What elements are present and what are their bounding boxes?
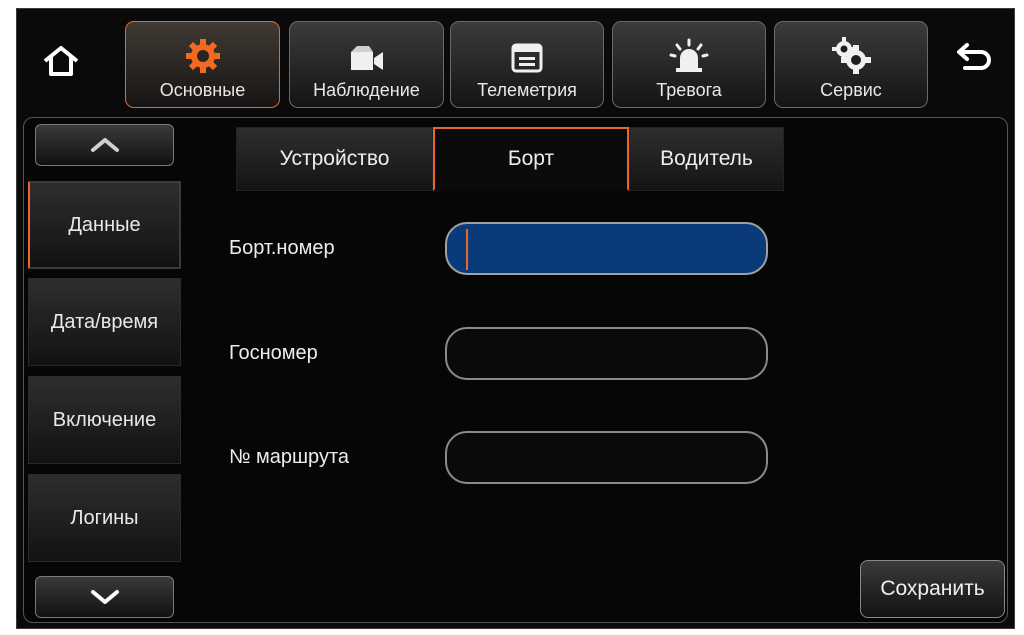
chevron-up-icon xyxy=(90,138,119,152)
route-number-label: № маршрута xyxy=(229,446,350,468)
save-button[interactable]: Сохранить xyxy=(860,560,1005,618)
sidebar-item-label: Дата/время xyxy=(50,310,159,333)
tab-surveillance[interactable]: Наблюдение xyxy=(289,21,444,108)
sidebar-item-logins[interactable]: Логины xyxy=(28,474,181,562)
license-plate-input[interactable] xyxy=(445,327,768,380)
chevron-down-icon xyxy=(90,590,119,604)
sidebar-item-datetime[interactable]: Дата/время xyxy=(28,278,181,366)
tab-surveillance-label: Наблюдение xyxy=(313,80,420,100)
window-icon xyxy=(510,36,544,74)
vehicle-number-label: Борт.номер xyxy=(229,237,335,259)
tab-service-label: Сервис xyxy=(820,80,882,100)
alarm-beacon-icon xyxy=(669,36,709,74)
sidebar-item-label: Данные xyxy=(68,213,141,236)
text-caret xyxy=(466,229,468,270)
save-button-label: Сохранить xyxy=(880,577,985,600)
camera-icon xyxy=(347,36,387,74)
scroll-up-button[interactable] xyxy=(35,124,174,166)
tab-driver[interactable]: Водитель xyxy=(629,127,784,191)
back-arrow-icon xyxy=(957,43,991,70)
tab-service[interactable]: Сервис xyxy=(774,21,928,108)
route-number-input[interactable] xyxy=(445,431,768,484)
tab-driver-label: Водитель xyxy=(660,147,753,170)
sidebar-item-data[interactable]: Данные xyxy=(28,181,181,269)
tab-device[interactable]: Устройство xyxy=(236,127,433,191)
sidebar-item-label: Включение xyxy=(52,408,157,431)
gears-icon xyxy=(830,36,872,74)
home-icon xyxy=(43,46,79,76)
gear-icon xyxy=(185,36,221,74)
scroll-down-button[interactable] xyxy=(35,576,174,618)
tab-telemetry[interactable]: Телеметрия xyxy=(450,21,604,108)
dvr-settings-screen: Основные Наблюдение Телеметрия Тревога С… xyxy=(16,8,1015,629)
settings-panel: Данные Дата/время Включение Логины Устро… xyxy=(23,117,1008,623)
tab-device-label: Устройство xyxy=(279,147,390,170)
tab-telemetry-label: Телеметрия xyxy=(477,80,577,100)
vehicle-number-input[interactable] xyxy=(445,222,768,275)
home-button[interactable] xyxy=(37,37,85,85)
license-plate-label: Госномер xyxy=(229,342,318,364)
tab-vehicle[interactable]: Борт xyxy=(433,127,629,191)
tab-main-label: Основные xyxy=(159,80,246,100)
sidebar-item-power-on[interactable]: Включение xyxy=(28,376,181,464)
tab-alarm[interactable]: Тревога xyxy=(612,21,766,108)
sidebar-item-label: Логины xyxy=(70,506,139,529)
tab-alarm-label: Тревога xyxy=(656,80,722,100)
tab-main[interactable]: Основные xyxy=(125,21,280,108)
tab-vehicle-label: Борт xyxy=(507,147,555,170)
back-button[interactable] xyxy=(951,33,999,81)
